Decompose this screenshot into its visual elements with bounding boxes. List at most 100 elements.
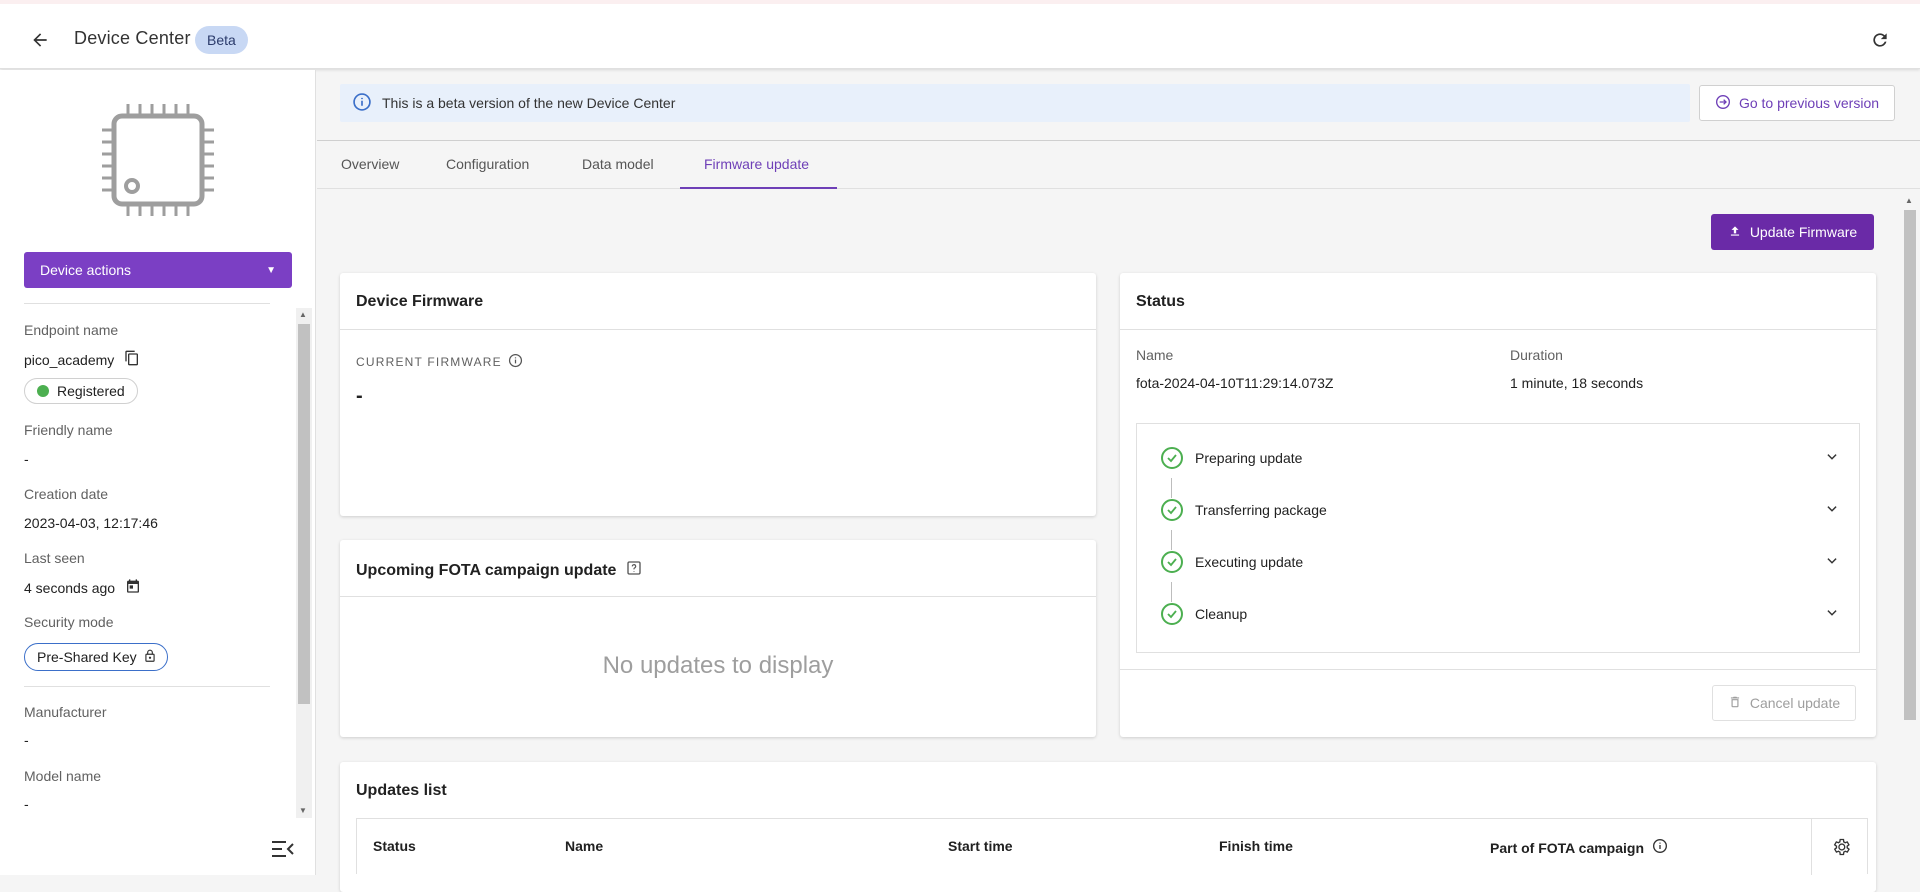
current-firmware-label: CURRENT FIRMWARE <box>356 355 502 369</box>
status-card: Status Name fota-2024-04-10T11:29:14.073… <box>1120 273 1876 737</box>
info-icon[interactable] <box>508 353 523 371</box>
step-label: Preparing update <box>1195 450 1303 466</box>
security-mode-label: Security mode <box>24 614 114 630</box>
check-circle-icon <box>1161 447 1183 469</box>
trash-icon <box>1728 695 1742 712</box>
info-icon <box>352 92 372 115</box>
device-sidebar: Device actions ▼ Endpoint name pico_acad… <box>0 70 316 875</box>
scroll-up-icon[interactable]: ▲ <box>299 310 307 319</box>
go-to-previous-version-label: Go to previous version <box>1738 95 1880 111</box>
check-circle-icon <box>1161 499 1183 521</box>
step-transferring-package[interactable]: Transferring package <box>1161 490 1851 530</box>
tab-overview[interactable]: Overview <box>317 141 423 189</box>
column-start-time[interactable]: Start time <box>948 838 1013 854</box>
chevron-down-icon[interactable] <box>1825 606 1839 623</box>
scroll-up-icon[interactable]: ▲ <box>1905 196 1913 205</box>
updates-list-title: Updates list <box>356 782 447 799</box>
chevron-down-icon[interactable] <box>1825 450 1839 467</box>
column-status[interactable]: Status <box>373 838 416 854</box>
friendly-name-value: - <box>24 451 29 467</box>
beta-badge: Beta <box>195 26 248 54</box>
registration-status-chip: Registered <box>24 378 138 404</box>
collapse-sidebar-icon[interactable] <box>272 840 294 863</box>
last-seen-value: 4 seconds ago <box>24 579 116 596</box>
divider <box>24 303 270 304</box>
device-actions-label: Device actions <box>40 262 132 278</box>
column-fota-campaign[interactable]: Part of FOTA campaign <box>1490 838 1668 857</box>
update-firmware-label: Update Firmware <box>1749 224 1858 240</box>
refresh-icon[interactable] <box>1864 24 1896 56</box>
endpoint-name-value-row: pico_academy <box>24 350 140 369</box>
check-circle-icon <box>1161 551 1183 573</box>
arrow-circle-right-icon <box>1715 94 1731 113</box>
scroll-down-icon[interactable]: ▼ <box>299 806 307 815</box>
divider <box>1120 669 1876 670</box>
device-firmware-card: Device Firmware CURRENT FIRMWARE - <box>340 273 1096 516</box>
column-fota-campaign-label: Part of FOTA campaign <box>1490 839 1645 856</box>
caret-down-icon: ▼ <box>266 264 276 276</box>
status-dot-icon <box>37 385 49 397</box>
name-value: fota-2024-04-10T11:29:14.073Z <box>1136 375 1334 391</box>
last-seen-label: Last seen <box>24 550 85 566</box>
back-arrow-icon[interactable] <box>24 24 56 56</box>
chevron-down-icon[interactable] <box>1825 502 1839 519</box>
manufacturer-value: - <box>24 732 29 748</box>
top-bar: Device Center Beta <box>0 0 1920 69</box>
step-cleanup[interactable]: Cleanup <box>1161 594 1851 634</box>
name-label: Name <box>1136 347 1174 363</box>
friendly-name-label: Friendly name <box>24 422 113 438</box>
table-settings-gear-icon[interactable] <box>1811 819 1869 875</box>
updates-list-card: Updates list Status Name Start time Fini… <box>340 762 1876 892</box>
step-label: Transferring package <box>1195 502 1327 518</box>
copy-icon[interactable] <box>124 350 140 369</box>
help-icon[interactable] <box>626 560 642 581</box>
security-mode-chip: Pre-Shared Key <box>24 643 168 671</box>
device-chip-icon <box>100 102 216 223</box>
column-finish-time[interactable]: Finish time <box>1219 838 1293 854</box>
column-name[interactable]: Name <box>565 838 603 854</box>
step-executing-update[interactable]: Executing update <box>1161 542 1851 582</box>
creation-date-value: 2023-04-03, 12:17:46 <box>24 515 158 531</box>
info-icon[interactable] <box>1652 838 1668 857</box>
endpoint-name-value: pico_academy <box>24 351 115 368</box>
no-updates-text: No updates to display <box>602 652 834 679</box>
tab-firmware-update[interactable]: Firmware update <box>680 141 837 189</box>
upcoming-fota-title-row: Upcoming FOTA campaign update <box>356 560 642 581</box>
upload-icon <box>1728 224 1742 241</box>
beta-info-banner: This is a beta version of the new Device… <box>340 84 1690 122</box>
model-name-label: Model name <box>24 768 102 784</box>
cancel-update-button[interactable]: Cancel update <box>1712 685 1856 721</box>
lock-icon <box>143 649 157 666</box>
banner-text: This is a beta version of the new Device… <box>382 95 676 111</box>
tab-data-model[interactable]: Data model <box>558 141 678 189</box>
status-title: Status <box>1136 293 1185 310</box>
main-scroll-thumb[interactable] <box>1904 210 1916 720</box>
chevron-down-icon[interactable] <box>1825 554 1839 571</box>
divider <box>340 329 1096 330</box>
security-mode-value: Pre-Shared Key <box>37 649 137 665</box>
tab-bar: Overview Configuration Data model Firmwa… <box>317 140 1920 189</box>
update-firmware-button[interactable]: Update Firmware <box>1711 214 1874 250</box>
duration-value: 1 minute, 18 seconds <box>1510 375 1644 391</box>
registration-status-text: Registered <box>57 383 125 399</box>
divider <box>340 596 1096 597</box>
creation-date-label: Creation date <box>24 486 109 502</box>
calendar-icon[interactable] <box>125 578 141 597</box>
sidebar-scroll-thumb[interactable] <box>298 324 310 704</box>
go-to-previous-version-button[interactable]: Go to previous version <box>1699 85 1895 121</box>
step-label: Cleanup <box>1195 606 1248 622</box>
upcoming-fota-title: Upcoming FOTA campaign update <box>356 561 617 579</box>
endpoint-name-label: Endpoint name <box>24 322 119 338</box>
manufacturer-label: Manufacturer <box>24 704 107 720</box>
current-firmware-value: - <box>356 385 363 407</box>
tab-configuration[interactable]: Configuration <box>422 141 553 189</box>
divider <box>1120 329 1876 330</box>
current-firmware-label-row: CURRENT FIRMWARE <box>356 353 523 371</box>
model-name-value: - <box>24 796 29 812</box>
main-scrollbar[interactable]: ▲ <box>1902 196 1918 726</box>
device-actions-button[interactable]: Device actions ▼ <box>24 252 292 288</box>
device-firmware-title: Device Firmware <box>356 293 484 310</box>
step-preparing-update[interactable]: Preparing update <box>1161 438 1851 478</box>
sidebar-scrollbar[interactable]: ▲ ▼ <box>296 308 312 818</box>
divider <box>24 686 270 687</box>
